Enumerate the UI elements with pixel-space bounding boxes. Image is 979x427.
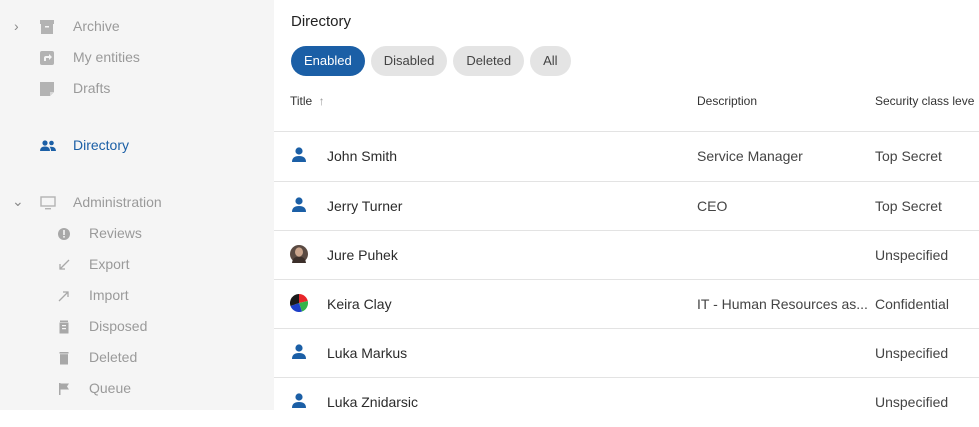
- alert-circle-icon: [58, 228, 70, 240]
- sidebar-item-deleted[interactable]: Deleted: [0, 346, 274, 370]
- filter-all-chip[interactable]: All: [530, 46, 571, 76]
- sidebar-item-directory[interactable]: Directory: [0, 134, 274, 158]
- row-title: Keira Clay: [327, 296, 392, 312]
- filter-chips: Enabled Disabled Deleted All: [291, 46, 571, 76]
- sidebar-item-label: Drafts: [73, 80, 111, 96]
- column-header-security[interactable]: Security class leve: [875, 94, 974, 108]
- sort-ascending-icon: ↑: [318, 94, 325, 108]
- drafts-icon: [40, 82, 54, 96]
- table-row[interactable]: Jure Puhek Unspecified: [274, 230, 979, 280]
- sidebar-item-disposed[interactable]: Disposed: [0, 315, 274, 339]
- filter-deleted-chip[interactable]: Deleted: [453, 46, 525, 76]
- person-icon: [292, 344, 306, 359]
- monitor-icon: [40, 196, 56, 210]
- row-description: IT - Human Resources as...: [697, 296, 868, 312]
- sidebar-item-reviews[interactable]: Reviews: [0, 222, 274, 246]
- disposed-bin-icon: [59, 320, 69, 334]
- sidebar-item-archive[interactable]: › Archive: [0, 15, 274, 39]
- sidebar-item-label: My entities: [73, 49, 140, 65]
- person-icon: [292, 147, 306, 162]
- table-row[interactable]: Keira Clay IT - Human Resources as... Co…: [274, 279, 979, 329]
- table-row[interactable]: Jerry Turner CEO Top Secret: [274, 181, 979, 231]
- sidebar-item-label: Deleted: [89, 349, 138, 365]
- table-row[interactable]: John Smith Service Manager Top Secret: [274, 131, 979, 181]
- sidebar-item-queue[interactable]: Queue: [0, 377, 274, 401]
- sidebar: › Archive My entities Drafts Directory ⌄…: [0, 0, 274, 410]
- row-security: Unspecified: [875, 247, 949, 263]
- sidebar-item-my-entities[interactable]: My entities: [0, 46, 274, 70]
- sidebar-item-export[interactable]: Export: [0, 253, 274, 277]
- sidebar-item-label: Directory: [73, 137, 130, 153]
- arrow-down-left-icon: [59, 259, 70, 270]
- row-security: Top Secret: [875, 198, 942, 214]
- my-entities-icon: [40, 51, 54, 65]
- column-header-description[interactable]: Description: [697, 94, 757, 108]
- row-title: Jure Puhek: [327, 247, 398, 263]
- row-security: Unspecified: [875, 394, 949, 410]
- column-title-label: Title: [290, 94, 313, 108]
- column-header-title[interactable]: Title ↑: [290, 94, 325, 108]
- sidebar-item-label: Administration: [73, 194, 162, 210]
- row-title: Luka Markus: [327, 345, 408, 361]
- row-title: Luka Znidarsic: [327, 394, 419, 410]
- chevron-right-icon[interactable]: ›: [14, 18, 19, 34]
- arrow-up-right-icon: [58, 291, 69, 302]
- sidebar-item-drafts[interactable]: Drafts: [0, 77, 274, 101]
- person-icon: [292, 197, 306, 212]
- people-icon: [40, 140, 56, 151]
- color-wheel-avatar: [290, 294, 308, 312]
- row-title: Jerry Turner: [327, 198, 403, 214]
- table-row[interactable]: Luka Znidarsic Unspecified: [274, 377, 979, 427]
- row-security: Top Secret: [875, 148, 942, 164]
- page-title: Directory: [291, 13, 352, 30]
- sidebar-item-label: Export: [89, 256, 130, 272]
- sidebar-item-administration[interactable]: ⌄ Administration: [0, 191, 274, 215]
- sidebar-item-label: Import: [89, 287, 129, 303]
- row-description: CEO: [697, 198, 728, 214]
- filter-enabled-chip[interactable]: Enabled: [291, 46, 365, 76]
- sidebar-item-label: Disposed: [89, 318, 148, 334]
- row-title: John Smith: [327, 148, 398, 164]
- photo-avatar: [290, 245, 308, 263]
- archive-icon: [40, 20, 54, 34]
- row-security: Confidential: [875, 296, 949, 312]
- sidebar-item-import[interactable]: Import: [0, 284, 274, 308]
- sidebar-item-label: Archive: [73, 18, 120, 34]
- chevron-down-icon[interactable]: ⌄: [12, 193, 24, 210]
- sidebar-item-label: Reviews: [89, 225, 142, 241]
- flag-icon: [59, 383, 69, 395]
- person-icon: [292, 393, 306, 408]
- table-row[interactable]: Luka Markus Unspecified: [274, 328, 979, 378]
- sidebar-item-label: Queue: [89, 380, 132, 396]
- trash-icon: [59, 352, 69, 365]
- row-description: Service Manager: [697, 148, 803, 164]
- filter-disabled-chip[interactable]: Disabled: [370, 46, 448, 76]
- main-content: Directory Enabled Disabled Deleted All T…: [274, 0, 979, 410]
- row-security: Unspecified: [875, 345, 949, 361]
